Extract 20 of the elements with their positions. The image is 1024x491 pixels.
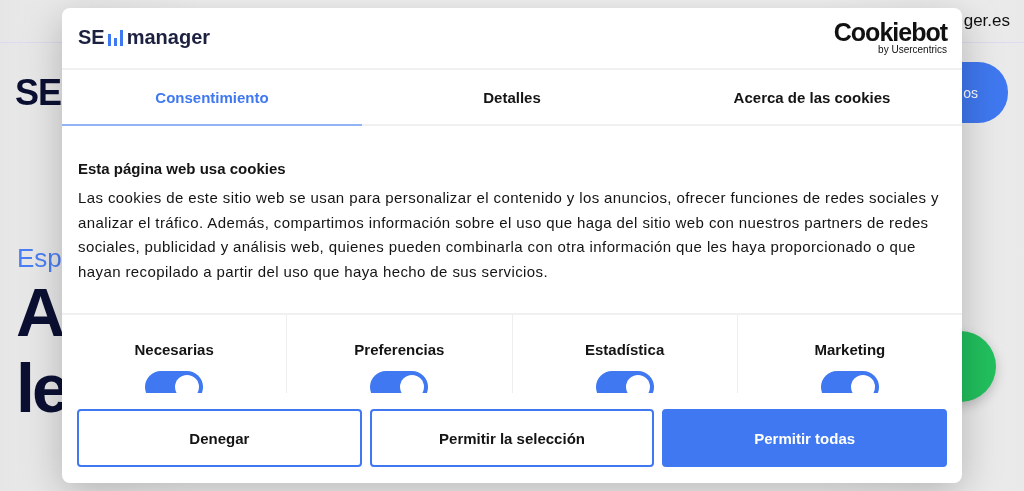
- dialog-body: Las cookies de este sitio web se usan para personalizar el contenido y los anuncios, ofrecer funciones de redes sociales y analizar el tráfico. Además, compartimos información sobre el uso que haga del sitio web con nuestros partners de redes sociales, publicidad y análisis web, quienes pueden combinarla con otra información que les haya proporcionado o que hayan recopilado a partir del uso que haya hecho de sus servicios.: [78, 188, 940, 282]
- category-label: Necesarias: [134, 341, 214, 359]
- category-label: Preferencias: [354, 341, 445, 359]
- tab[interactable]: Consentimiento: [62, 69, 362, 127]
- provider-logo: Cookiebot: [833, 20, 947, 46]
- provider-byline: by Usercentrics: [878, 45, 947, 56]
- headline-line: A: [16, 274, 63, 350]
- consent-button[interactable]: Permitir todas: [662, 409, 947, 467]
- dialog-heading: Esta página web usa cookies: [78, 160, 287, 178]
- consent-button[interactable]: Permitir la selección: [369, 409, 655, 467]
- logo-text: SE: [78, 26, 105, 50]
- consent-button[interactable]: Denegar: [77, 409, 362, 467]
- bars-icon: [106, 29, 125, 46]
- tab[interactable]: Detalles: [362, 69, 662, 127]
- site-logo: SE: [15, 71, 62, 114]
- logo-text: manager: [126, 26, 211, 50]
- eyebrow-text: Esp: [17, 243, 62, 274]
- category-label: Estadística: [585, 341, 665, 359]
- site-link[interactable]: ger.es: [963, 11, 1010, 31]
- category-label: Marketing: [814, 341, 886, 359]
